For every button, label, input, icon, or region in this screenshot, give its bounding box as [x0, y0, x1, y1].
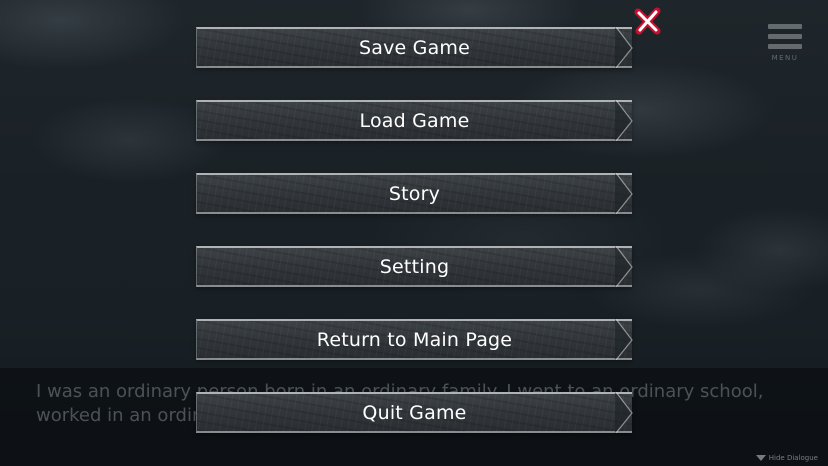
torn-edge-decoration: [615, 173, 633, 214]
quit-game-button[interactable]: Quit Game: [196, 392, 633, 433]
torn-edge-decoration: [615, 319, 633, 360]
menu-button[interactable]: MENU: [768, 24, 802, 70]
hamburger-bar: [768, 34, 802, 39]
torn-edge-decoration: [615, 392, 633, 433]
torn-edge-decoration: [615, 100, 633, 141]
hamburger-bar: [768, 44, 802, 49]
menu-label: MENU: [771, 54, 799, 62]
story-label: Story: [388, 182, 441, 205]
save-game-label: Save Game: [358, 36, 471, 59]
quit-game-label: Quit Game: [362, 401, 467, 424]
pause-menu: Save Game Load Game Story Setting Return…: [196, 27, 633, 465]
hide-dialogue-button[interactable]: Hide Dialogue: [755, 454, 818, 462]
close-x-icon: [634, 7, 661, 35]
hide-dialogue-label: Hide Dialogue: [768, 454, 818, 462]
setting-button[interactable]: Setting: [196, 246, 633, 287]
story-button[interactable]: Story: [196, 173, 633, 214]
torn-edge-decoration: [615, 27, 633, 68]
setting-label: Setting: [379, 255, 450, 278]
close-button[interactable]: [633, 6, 663, 36]
load-game-label: Load Game: [359, 109, 470, 132]
return-to-main-page-label: Return to Main Page: [316, 328, 513, 351]
load-game-button[interactable]: Load Game: [196, 100, 633, 141]
torn-edge-decoration: [615, 246, 633, 287]
hamburger-icon: [768, 24, 802, 29]
triangle-down-icon: [755, 455, 766, 461]
return-to-main-page-button[interactable]: Return to Main Page: [196, 319, 633, 360]
save-game-button[interactable]: Save Game: [196, 27, 633, 68]
